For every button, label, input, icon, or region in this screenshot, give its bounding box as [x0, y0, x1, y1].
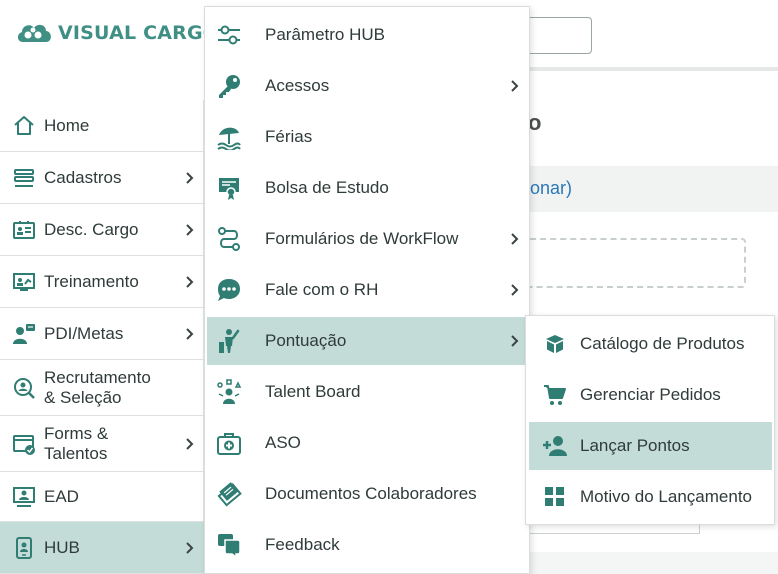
- menu-item-label: Formulários de WorkFlow: [265, 229, 459, 248]
- menu-item-label: Talent Board: [265, 382, 361, 401]
- medical-kit-icon: [216, 430, 242, 456]
- sidebar-item-label: Cadastros: [44, 167, 122, 187]
- menu-item-gerenciar-pedidos[interactable]: Gerenciar Pedidos: [529, 371, 772, 419]
- sidebar-item-ead[interactable]: EAD: [0, 472, 204, 522]
- certificate-icon: [216, 175, 242, 201]
- sidebar-item-home[interactable]: Home: [0, 100, 204, 152]
- grid-icon: [542, 484, 568, 510]
- sidebar-item-pdi-metas[interactable]: PDI/Metas: [0, 308, 204, 360]
- menu-item-lancar-pontos[interactable]: Lançar Pontos: [529, 422, 772, 470]
- menu-item-label: Lançar Pontos: [580, 436, 690, 455]
- sidebar-item-label: Desc. Cargo: [44, 219, 139, 239]
- user-goals-icon: [12, 322, 36, 346]
- menu-item-ferias[interactable]: Férias: [207, 113, 527, 161]
- menu-item-formularios-workflow[interactable]: Formulários de WorkFlow: [207, 215, 527, 263]
- menu-item-label: Parâmetro HUB: [265, 25, 385, 44]
- chevron-right-icon: [184, 541, 196, 555]
- presentation-icon: [12, 270, 36, 294]
- menu-item-acessos[interactable]: Acessos: [207, 62, 527, 110]
- cart-icon: [542, 382, 568, 408]
- menu-item-parametro-hub[interactable]: Parâmetro HUB: [207, 11, 527, 59]
- search-user-icon: [12, 376, 36, 400]
- menu-item-label: Feedback: [265, 535, 340, 554]
- chevron-right-icon: [184, 171, 196, 185]
- chevron-right-icon: [509, 79, 521, 93]
- menu-item-label: Fale com o RH: [265, 280, 379, 299]
- box-icon: [542, 331, 568, 357]
- sidebar-item-label: HUB: [44, 537, 80, 557]
- menu-item-bolsa-estudo[interactable]: Bolsa de Estudo: [207, 164, 527, 212]
- add-user-icon: [542, 433, 568, 459]
- id-card-icon: [12, 218, 36, 242]
- sliders-icon: [216, 22, 242, 48]
- brand-logo[interactable]: VISUAL CARGO: [14, 20, 219, 46]
- chevron-right-icon: [184, 437, 196, 451]
- menu-item-feedback[interactable]: Feedback: [207, 521, 527, 569]
- menu-item-label: Pontuação: [265, 331, 347, 350]
- menu-item-label: Gerenciar Pedidos: [580, 385, 721, 404]
- menu-item-label: Férias: [265, 127, 313, 146]
- menu-item-catalogo-produtos[interactable]: Catálogo de Produtos: [529, 320, 772, 368]
- sidebar-item-label: EAD: [44, 486, 79, 506]
- menu-item-label: Catálogo de Produtos: [580, 334, 745, 353]
- tablet-user-icon: [12, 536, 36, 560]
- menu-item-label: Documentos Colaboradores: [265, 484, 477, 503]
- hub-submenu: Parâmetro HUB Acessos Férias Bolsa de Es…: [204, 6, 530, 574]
- feedback-icon: [216, 532, 242, 558]
- list-icon: [12, 166, 36, 190]
- sidebar-item-label: Treinamento: [44, 271, 139, 291]
- menu-item-talent-board[interactable]: Talent Board: [207, 368, 527, 416]
- cloud-logo-icon: [17, 24, 51, 42]
- chevron-right-icon: [184, 327, 196, 341]
- menu-item-documentos-colaboradores[interactable]: Documentos Colaboradores: [207, 470, 527, 518]
- footer-area: [520, 552, 778, 574]
- menu-item-aso[interactable]: ASO: [207, 419, 527, 467]
- chevron-right-icon: [509, 283, 521, 297]
- sidebar-item-forms-talentos[interactable]: Forms & Talentos: [0, 416, 204, 472]
- beach-umbrella-icon: [216, 124, 242, 150]
- chat-bubble-icon: [216, 277, 242, 303]
- sidebar-item-recrutamento[interactable]: Recrutamento & Seleção: [0, 360, 204, 416]
- monitor-user-icon: [12, 485, 36, 509]
- menu-item-label: ASO: [265, 433, 301, 452]
- sidebar-item-label-line2: & Seleção: [44, 388, 122, 407]
- header-divider: [520, 67, 778, 71]
- sidebar-item-label-line2: Talentos: [44, 444, 108, 463]
- chevron-right-icon: [509, 334, 521, 348]
- home-icon: [12, 114, 36, 138]
- menu-item-pontuacao[interactable]: Pontuação: [207, 317, 527, 365]
- chevron-right-icon: [184, 275, 196, 289]
- menu-item-label: Motivo do Lançamento: [580, 487, 752, 506]
- form-check-icon: [12, 432, 36, 456]
- menu-item-label: Bolsa de Estudo: [265, 178, 389, 197]
- talent-icon: [216, 379, 242, 405]
- sidebar-item-treinamento[interactable]: Treinamento: [0, 256, 204, 308]
- sidebar-item-cadastros[interactable]: Cadastros: [0, 152, 204, 204]
- upload-dropzone[interactable]: [520, 238, 746, 288]
- chevron-right-icon: [509, 232, 521, 246]
- pontuacao-submenu: Catálogo de Produtos Gerenciar Pedidos L…: [525, 315, 775, 525]
- documents-icon: [216, 481, 242, 507]
- sidebar-item-desc-cargo[interactable]: Desc. Cargo: [0, 204, 204, 256]
- trophy-person-icon: [216, 328, 242, 354]
- page-title: o: [528, 110, 542, 135]
- chevron-right-icon: [184, 223, 196, 237]
- menu-item-fale-com-rh[interactable]: Fale com o RH: [207, 266, 527, 314]
- workflow-icon: [216, 226, 242, 252]
- sidebar-item-label: Home: [44, 115, 90, 135]
- sidebar-item-label-line1: Recrutamento: [44, 368, 151, 387]
- brand-name: VISUAL CARGO: [58, 22, 220, 44]
- sidebar-item-label: PDI/Metas: [44, 323, 124, 343]
- sidebar: Home Cadastros Desc. Cargo Treinamento P…: [0, 100, 204, 574]
- menu-item-motivo-lancamento[interactable]: Motivo do Lançamento: [529, 473, 772, 521]
- menu-item-label: Acessos: [265, 76, 330, 95]
- key-icon: [216, 73, 242, 99]
- sidebar-item-hub[interactable]: HUB: [0, 522, 204, 574]
- sidebar-item-label-line1: Forms &: [44, 424, 109, 443]
